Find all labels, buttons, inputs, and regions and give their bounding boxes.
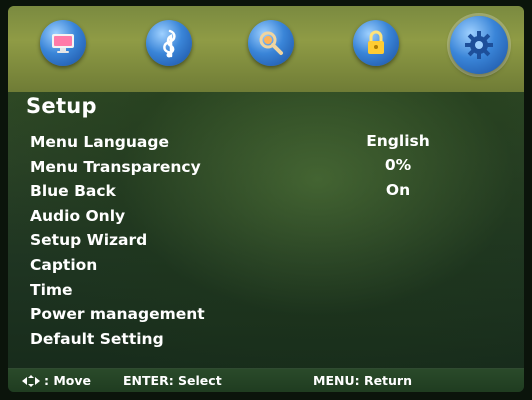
move-hint: : Move: [20, 373, 91, 388]
enter-select-hint: ENTER: Select: [123, 373, 222, 388]
tv-picture-icon[interactable]: [40, 20, 86, 66]
setup-menu-list: Menu Language Menu Transparency Blue Bac…: [30, 130, 205, 351]
menu-item-menu-language[interactable]: Menu Language: [30, 130, 205, 155]
search-channel-icon[interactable]: [248, 20, 294, 66]
blue-back-value[interactable]: On: [348, 181, 448, 199]
menu-item-power-management[interactable]: Power management: [30, 302, 205, 327]
menu-icon-bar: [8, 6, 524, 92]
menu-item-default-setting[interactable]: Default Setting: [30, 327, 205, 352]
menu-item-time[interactable]: Time: [30, 278, 205, 303]
move-hint-label: : Move: [44, 373, 92, 388]
page-title: Setup: [26, 94, 97, 118]
menu-language-value[interactable]: English: [348, 132, 448, 150]
menu-item-blue-back[interactable]: Blue Back: [30, 179, 205, 204]
menu-item-setup-wizard[interactable]: Setup Wizard: [30, 228, 205, 253]
music-note-icon[interactable]: [146, 20, 192, 66]
footer-hint-bar: : Move ENTER: Select MENU: Return: [8, 368, 524, 392]
menu-item-audio-only[interactable]: Audio Only: [30, 204, 205, 229]
menu-transparency-value[interactable]: 0%: [348, 156, 448, 174]
arrow-keys-icon: [22, 374, 40, 387]
gear-icon[interactable]: [450, 16, 508, 74]
menu-item-menu-transparency[interactable]: Menu Transparency: [30, 155, 205, 180]
menu-item-caption[interactable]: Caption: [30, 253, 205, 278]
lock-icon[interactable]: [353, 20, 399, 66]
menu-return-hint: MENU: Return: [313, 373, 412, 388]
tv-osd-screen: Setup Menu Language Menu Transparency Bl…: [8, 6, 524, 392]
